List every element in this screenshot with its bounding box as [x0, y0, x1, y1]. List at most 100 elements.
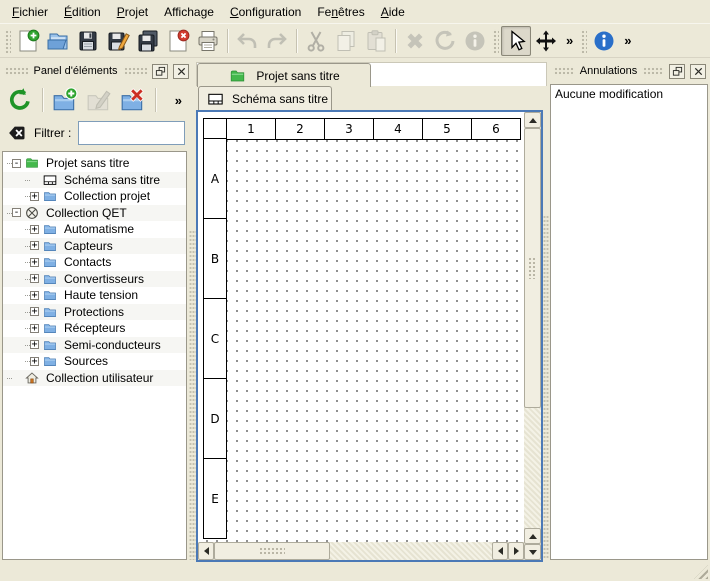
undo-list-item[interactable]: Aucune modification — [555, 87, 703, 103]
dock-close-button[interactable] — [690, 64, 706, 79]
horizontal-scrollbar[interactable] — [198, 542, 524, 560]
delete-category-button[interactable] — [117, 84, 149, 116]
tree-item-label: Haute tension — [58, 288, 138, 302]
panel-overflow-chevron[interactable]: » — [170, 93, 187, 108]
info-button[interactable] — [460, 26, 490, 56]
tree-item-contacts[interactable]: +Contacts — [3, 254, 186, 271]
menu-affichage[interactable]: Affichage — [156, 2, 222, 22]
rotate-button[interactable] — [430, 26, 460, 56]
tree-item-label: Collection utilisateur — [40, 371, 153, 385]
edit-category-button[interactable] — [83, 84, 115, 116]
horizontal-scroll-thumb[interactable] — [214, 542, 330, 560]
scroll-down-button[interactable] — [524, 544, 541, 560]
tree-expander-expand[interactable]: + — [30, 340, 39, 349]
tree-item-collection-projet[interactable]: +Collection projet — [3, 188, 186, 205]
tree-expander-expand[interactable]: + — [30, 225, 39, 234]
tree-item-convertisseurs[interactable]: +Convertisseurs — [3, 271, 186, 288]
tree-expander-expand[interactable]: + — [30, 291, 39, 300]
vertical-scrollbar[interactable] — [524, 112, 541, 560]
scroll-up-button-2[interactable] — [524, 528, 541, 544]
toolbar-overflow-chevron[interactable]: » — [619, 33, 636, 48]
undo-dock-titlebar[interactable]: Annulations — [553, 62, 706, 80]
toolbar-separator — [227, 29, 228, 53]
tree-item-label: Projet sans titre — [40, 156, 129, 170]
arrow-left-icon — [200, 547, 209, 555]
toolbar-handle[interactable] — [492, 29, 499, 53]
scroll-up-button[interactable] — [524, 112, 541, 128]
menu-edition[interactable]: Édition — [56, 2, 109, 22]
redo-button[interactable] — [262, 26, 292, 56]
tree-expander-expand[interactable]: + — [30, 274, 39, 283]
toolbar-handle[interactable] — [4, 29, 11, 53]
filter-input[interactable] — [78, 121, 185, 145]
new-category-button[interactable] — [49, 84, 81, 116]
vertical-scroll-thumb[interactable] — [524, 128, 541, 408]
tree-expander-expand[interactable]: + — [30, 192, 39, 201]
delete-button[interactable] — [400, 26, 430, 56]
diagram-canvas[interactable]: 123456 ABCDE — [198, 112, 524, 542]
copy-button[interactable] — [331, 26, 361, 56]
tab-schema[interactable]: Schéma sans titre — [198, 86, 332, 110]
save-as-icon — [106, 29, 130, 53]
about-qet-button[interactable] — [589, 26, 619, 56]
tree-item-capteurs[interactable]: +Capteurs — [3, 238, 186, 255]
tree-expander-expand[interactable]: + — [30, 357, 39, 366]
save-button[interactable] — [73, 26, 103, 56]
undo-button[interactable] — [232, 26, 262, 56]
print-button[interactable] — [193, 26, 223, 56]
dock-close-button[interactable] — [173, 64, 189, 79]
scroll-right-button[interactable] — [508, 542, 524, 560]
dock-float-button[interactable] — [152, 64, 168, 79]
tree-item-schema-sans-titre[interactable]: Schéma sans titre — [3, 172, 186, 189]
paste-button[interactable] — [361, 26, 391, 56]
elements-dock-titlebar[interactable]: Panel d'éléments — [4, 62, 189, 80]
select-mode-button[interactable] — [501, 26, 531, 56]
menu-aide[interactable]: Aide — [373, 2, 413, 22]
tree-item-automatisme[interactable]: +Automatisme — [3, 221, 186, 238]
dock-float-button[interactable] — [669, 64, 685, 79]
menu-fenetres[interactable]: Fenêtres — [309, 2, 372, 22]
close-file-button[interactable] — [163, 26, 193, 56]
folder-blue-icon — [42, 288, 58, 302]
tree-item-collection-qet[interactable]: -Collection QET — [3, 205, 186, 222]
tab-project[interactable]: Projet sans titre — [197, 63, 371, 87]
tree-item-protections[interactable]: +Protections — [3, 304, 186, 321]
open-button[interactable] — [43, 26, 73, 56]
tree-expander-expand[interactable]: + — [30, 258, 39, 267]
tree-item-sources[interactable]: +Sources — [3, 353, 186, 370]
left-dock-splitter[interactable] — [189, 230, 196, 560]
save-icon — [76, 29, 100, 53]
toolbar-overflow-chevron[interactable]: » — [561, 33, 578, 48]
scroll-left-button-2[interactable] — [492, 542, 508, 560]
move-mode-button[interactable] — [531, 26, 561, 56]
tree-item-haute-tension[interactable]: + Haute tension — [3, 287, 186, 304]
folder-edit-icon — [86, 87, 112, 113]
tree-expander-collapse[interactable]: - — [12, 159, 21, 168]
tree-item-collection-utilisateur[interactable]: Collection utilisateur — [3, 370, 186, 387]
undo-history-list[interactable]: Aucune modification — [550, 84, 708, 560]
scroll-left-button[interactable] — [198, 542, 214, 560]
tree-item-projet-sans-titre[interactable]: - Projet sans titre — [3, 155, 186, 172]
dock-handle-texture — [123, 66, 147, 76]
menu-projet[interactable]: Projet — [109, 2, 156, 22]
new-document-button[interactable] — [13, 26, 43, 56]
tree-item-semi-conducteurs[interactable]: +Semi-conducteurs — [3, 337, 186, 354]
reload-collections-button[interactable] — [4, 84, 36, 116]
clear-filter-icon[interactable] — [7, 124, 27, 142]
toolbar-handle[interactable] — [580, 29, 587, 53]
cut-button[interactable] — [301, 26, 331, 56]
save-all-button[interactable] — [133, 26, 163, 56]
folder-del-icon — [120, 87, 146, 113]
arrow-up-icon — [529, 530, 537, 539]
tree-expander-expand[interactable]: + — [30, 241, 39, 250]
save-all-icon — [136, 29, 160, 53]
save-as-button[interactable] — [103, 26, 133, 56]
arrow-up-icon — [529, 114, 537, 123]
tree-expander-collapse[interactable]: - — [12, 208, 21, 217]
menu-configuration[interactable]: Configuration — [222, 2, 309, 22]
menu-fichier[interactable]: Fichier — [4, 2, 56, 22]
size-grip[interactable] — [694, 565, 708, 579]
tree-item-recepteurs[interactable]: +Récepteurs — [3, 320, 186, 337]
tree-expander-expand[interactable]: + — [30, 324, 39, 333]
tree-expander-expand[interactable]: + — [30, 307, 39, 316]
